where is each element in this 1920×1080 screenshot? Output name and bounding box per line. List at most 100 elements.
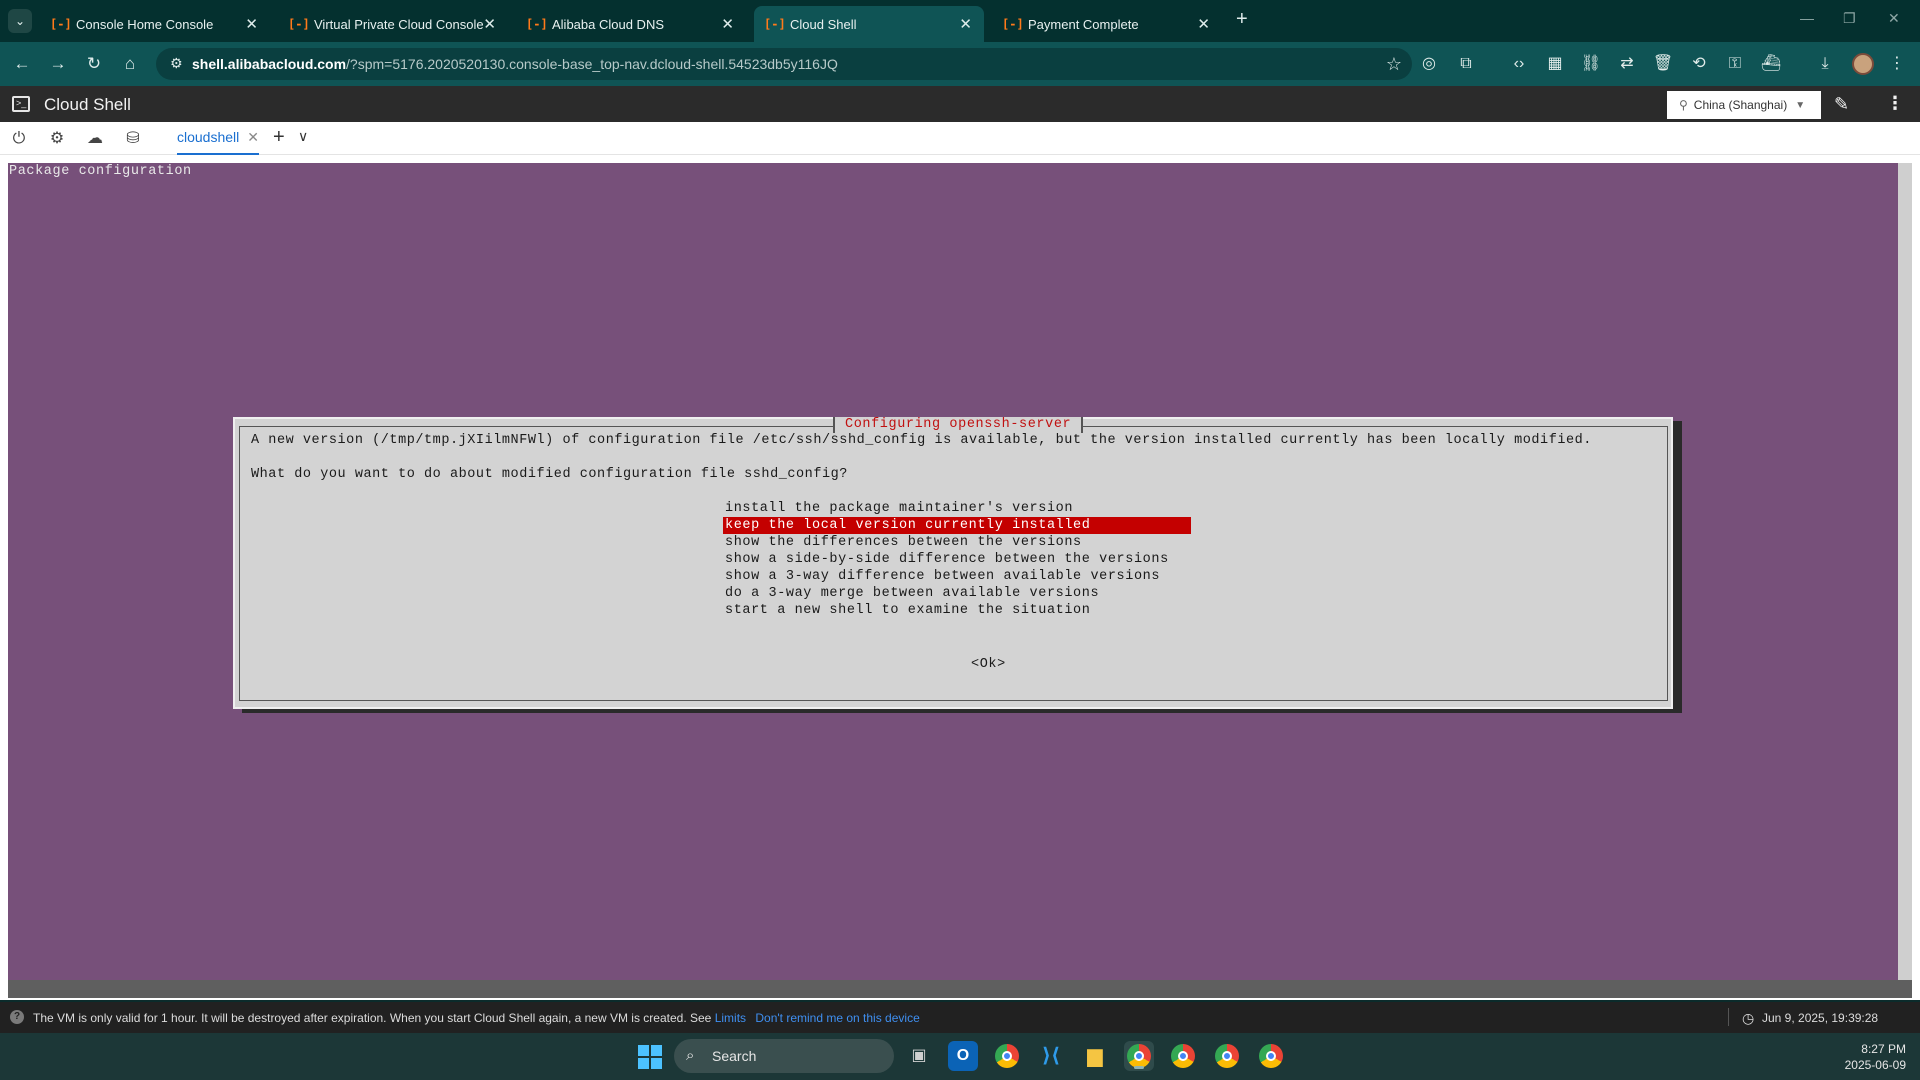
- system-clock[interactable]: 8:27 PM 2025-06-09: [1810, 1041, 1906, 1073]
- dialog-message-version: A new version (/tmp/tmp.jXIilmNFWl) of c…: [251, 433, 1592, 448]
- cloudshell-title: Cloud Shell: [44, 95, 131, 114]
- devtools-code-icon[interactable]: ‹›: [1508, 53, 1530, 75]
- chrome-profile-5-icon[interactable]: [1256, 1041, 1286, 1071]
- url-host: shell.alibabacloud.com: [192, 56, 347, 72]
- file-explorer-icon[interactable]: ▆: [1080, 1041, 1110, 1071]
- tab-label: Console Home Console: [76, 16, 214, 32]
- reload-icon[interactable]: ↻: [82, 52, 106, 76]
- bookmark-star-icon[interactable]: ☆: [1386, 54, 1402, 75]
- choice-start-shell[interactable]: start a new shell to examine the situati…: [723, 602, 1191, 619]
- power-icon[interactable]: ⏻: [8, 128, 30, 150]
- taskbar-search[interactable]: ⌕ Search: [674, 1039, 894, 1073]
- debconf-dialog: Configuring openssh-server A new version…: [233, 417, 1673, 709]
- notice-text: The VM is only valid for 1 hour. It will…: [33, 1011, 712, 1025]
- choice-keep-local-version[interactable]: keep the local version currently install…: [723, 517, 1191, 534]
- task-view-icon[interactable]: ▣: [904, 1041, 934, 1071]
- url-path: /?spm=5176.2020520130.console-base_top-n…: [346, 56, 838, 72]
- close-tab-icon[interactable]: ✕: [483, 15, 496, 33]
- edit-pencil-icon[interactable]: ✎: [1834, 94, 1849, 115]
- alibaba-cloud-favicon-icon: [-]: [526, 17, 548, 31]
- windows-start-icon[interactable]: [638, 1045, 662, 1069]
- chrome-profile-2-icon[interactable]: [1124, 1041, 1154, 1071]
- browser-tab-strip: ⌄ [-] Console Home Console ✕ [-] Virtual…: [0, 0, 1920, 42]
- cloudshell-toolbar: ⏻ ⚙ ☁ ⛁ cloudshell ✕ + ∨: [0, 122, 1920, 155]
- notice-text-line: The VM is only valid for 1 hour. It will…: [33, 1011, 920, 1025]
- translate-icon[interactable]: ⇄: [1616, 53, 1638, 75]
- site-info-icon[interactable]: ⚙: [170, 55, 183, 72]
- ship-icon[interactable]: ⛴: [1760, 53, 1782, 75]
- choice-3way-merge[interactable]: do a 3-way merge between available versi…: [723, 585, 1191, 602]
- choice-install-maintainer-version[interactable]: install the package maintainer's version: [723, 500, 1191, 517]
- clock-date: 2025-06-09: [1844, 1058, 1906, 1072]
- session-tab-label: cloudshell: [177, 129, 240, 145]
- restore-icon[interactable]: ❐: [1843, 10, 1856, 27]
- clock-icon: ◷: [1742, 1010, 1755, 1026]
- terminal-screen[interactable]: Package configuration Configuring openss…: [8, 163, 1898, 980]
- help-question-icon: ?: [10, 1010, 24, 1024]
- browser-tab-cloud-shell[interactable]: [-] Cloud Shell ✕: [754, 6, 984, 42]
- windows-taskbar: ⌕ Search ▣ O ⟩⟨ ▆ 8:27 PM 2025-06-09: [0, 1033, 1920, 1080]
- more-options-icon[interactable]: ⋮: [1886, 93, 1904, 114]
- browser-menu-icon[interactable]: ⋮: [1886, 53, 1908, 75]
- browser-tab-payment-complete[interactable]: [-] Payment Complete ✕: [992, 6, 1222, 42]
- alibaba-cloud-favicon-icon: [-]: [50, 17, 72, 31]
- outlook-icon[interactable]: O: [948, 1041, 978, 1071]
- chevron-down-icon: ▼: [1795, 99, 1806, 111]
- address-bar[interactable]: ⚙ shell.alibabacloud.com/?spm=5176.20205…: [156, 48, 1412, 80]
- trash-icon[interactable]: 🗑: [1652, 53, 1674, 75]
- divider: [1728, 1008, 1729, 1026]
- key-icon[interactable]: ⚿: [1724, 53, 1746, 75]
- dialog-message-question: What do you want to do about modified co…: [251, 467, 848, 482]
- choice-show-differences[interactable]: show the differences between the version…: [723, 534, 1191, 551]
- chrome-icon[interactable]: [992, 1041, 1022, 1071]
- chrome-profile-3-icon[interactable]: [1168, 1041, 1198, 1071]
- close-tab-icon[interactable]: ✕: [1197, 15, 1210, 33]
- session-dropdown-chevron-icon[interactable]: ∨: [298, 128, 308, 145]
- close-tab-icon[interactable]: ✕: [721, 15, 734, 33]
- cloud-upload-icon[interactable]: ☁: [84, 128, 106, 150]
- close-window-icon[interactable]: ✕: [1888, 10, 1900, 27]
- table-icon[interactable]: ▦: [1544, 53, 1566, 75]
- region-selector[interactable]: ⚲ China (Shanghai) ▼: [1667, 91, 1821, 119]
- download-icon[interactable]: ⤓: [1814, 53, 1836, 75]
- back-icon[interactable]: ←: [10, 52, 34, 76]
- extensions-puzzle-icon[interactable]: ⧉: [1455, 53, 1477, 75]
- session-tab-cloudshell[interactable]: cloudshell ✕: [177, 122, 259, 155]
- search-icon: ⌕: [686, 1047, 695, 1064]
- alibaba-cloud-favicon-icon: [-]: [288, 17, 310, 31]
- new-tab-button[interactable]: +: [1236, 8, 1248, 31]
- choice-side-by-side-diff[interactable]: show a side-by-side difference between t…: [723, 551, 1191, 568]
- home-icon[interactable]: ⌂: [118, 52, 142, 76]
- clock-time: 8:27 PM: [1861, 1042, 1906, 1056]
- close-tab-icon[interactable]: ✕: [959, 15, 972, 33]
- vm-timestamp: Jun 9, 2025, 19:39:28: [1762, 1011, 1879, 1025]
- url-text[interactable]: shell.alibabacloud.com/?spm=5176.2020520…: [192, 56, 838, 72]
- browser-tab-cloud-dns[interactable]: [-] Alibaba Cloud DNS ✕: [516, 6, 746, 42]
- profile-avatar[interactable]: [1852, 53, 1874, 75]
- location-pin-icon: ⚲: [1679, 98, 1688, 112]
- choice-3way-diff[interactable]: show a 3-way difference between availabl…: [723, 568, 1191, 585]
- package-configuration-header: Package configuration: [9, 164, 192, 179]
- history-icon[interactable]: ⟲: [1688, 53, 1710, 75]
- tab-label: Cloud Shell: [790, 16, 857, 32]
- settings-gear-icon[interactable]: ⚙: [46, 128, 68, 150]
- add-session-icon[interactable]: +: [273, 126, 285, 149]
- close-session-icon[interactable]: ✕: [247, 129, 259, 145]
- limits-link[interactable]: Limits: [715, 1011, 746, 1025]
- forward-icon[interactable]: →: [46, 52, 70, 76]
- terminal-scrollbar[interactable]: [1898, 163, 1912, 980]
- storage-drive-icon[interactable]: ⛁: [122, 128, 144, 150]
- link-icon[interactable]: ⛓: [1580, 53, 1602, 75]
- close-tab-icon[interactable]: ✕: [245, 15, 258, 33]
- color-extension-icon[interactable]: ◎: [1418, 53, 1440, 75]
- vscode-icon[interactable]: ⟩⟨: [1036, 1041, 1066, 1071]
- tab-search-menu-icon[interactable]: ⌄: [8, 9, 32, 33]
- browser-tab-console-home[interactable]: [-] Console Home Console ✕: [40, 6, 270, 42]
- choice-list: install the package maintainer's version…: [723, 500, 1191, 619]
- minimize-icon[interactable]: —: [1800, 10, 1814, 26]
- dont-remind-link[interactable]: Don't remind me on this device: [755, 1011, 919, 1025]
- ok-button[interactable]: <Ok>: [971, 657, 1006, 672]
- tab-label: Virtual Private Cloud Console: [314, 16, 484, 32]
- browser-tab-vpc-console[interactable]: [-] Virtual Private Cloud Console ✕: [278, 6, 508, 42]
- chrome-profile-4-icon[interactable]: [1212, 1041, 1242, 1071]
